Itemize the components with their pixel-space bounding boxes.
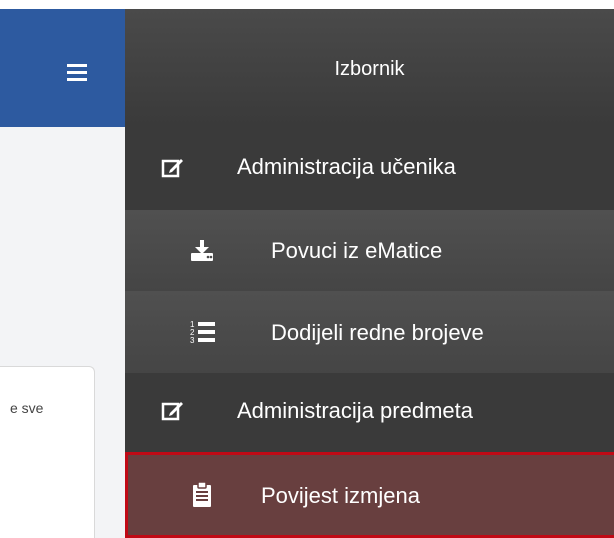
menu-item-administracija-predmeta[interactable]: Administracija predmeta bbox=[125, 373, 614, 453]
menu-title-bar: Izbornik bbox=[125, 9, 614, 127]
ordered-list-icon: 1 2 3 bbox=[190, 320, 215, 345]
menu-item-label: Administracija predmeta bbox=[237, 398, 473, 423]
clipboard-icon bbox=[193, 482, 211, 507]
edit-icon bbox=[161, 402, 183, 421]
menu-item-label: Povuci iz eMatice bbox=[271, 238, 443, 263]
menu-title: Izbornik bbox=[334, 58, 405, 80]
menu-item-povijest-izmjena[interactable]: Povijest izmjena bbox=[125, 452, 614, 538]
page: e sve Izbornik Administracija učenika Po… bbox=[0, 0, 614, 538]
menu-item-povuci-iz-ematice[interactable]: Povuci iz eMatice bbox=[125, 210, 614, 292]
side-menu: Izbornik Administracija učenika Povuci i… bbox=[125, 9, 614, 538]
menu-item-administracija-ucenika[interactable]: Administracija učenika bbox=[125, 126, 614, 211]
card-text: e sve bbox=[10, 400, 44, 416]
menu-item-label: Dodijeli redne brojeve bbox=[271, 320, 484, 345]
edit-icon bbox=[161, 159, 183, 178]
menu-item-label: Povijest izmjena bbox=[261, 483, 420, 508]
hamburger-menu-icon[interactable] bbox=[67, 64, 87, 82]
menu-item-label: Administracija učenika bbox=[237, 154, 456, 179]
top-bar bbox=[0, 9, 125, 127]
download-tray-icon bbox=[191, 240, 213, 261]
svg-text:3: 3 bbox=[190, 336, 195, 345]
menu-item-dodijeli-redne-brojeve[interactable]: 1 2 3 Dodijeli redne brojeve bbox=[125, 291, 614, 374]
content-card bbox=[0, 366, 95, 538]
